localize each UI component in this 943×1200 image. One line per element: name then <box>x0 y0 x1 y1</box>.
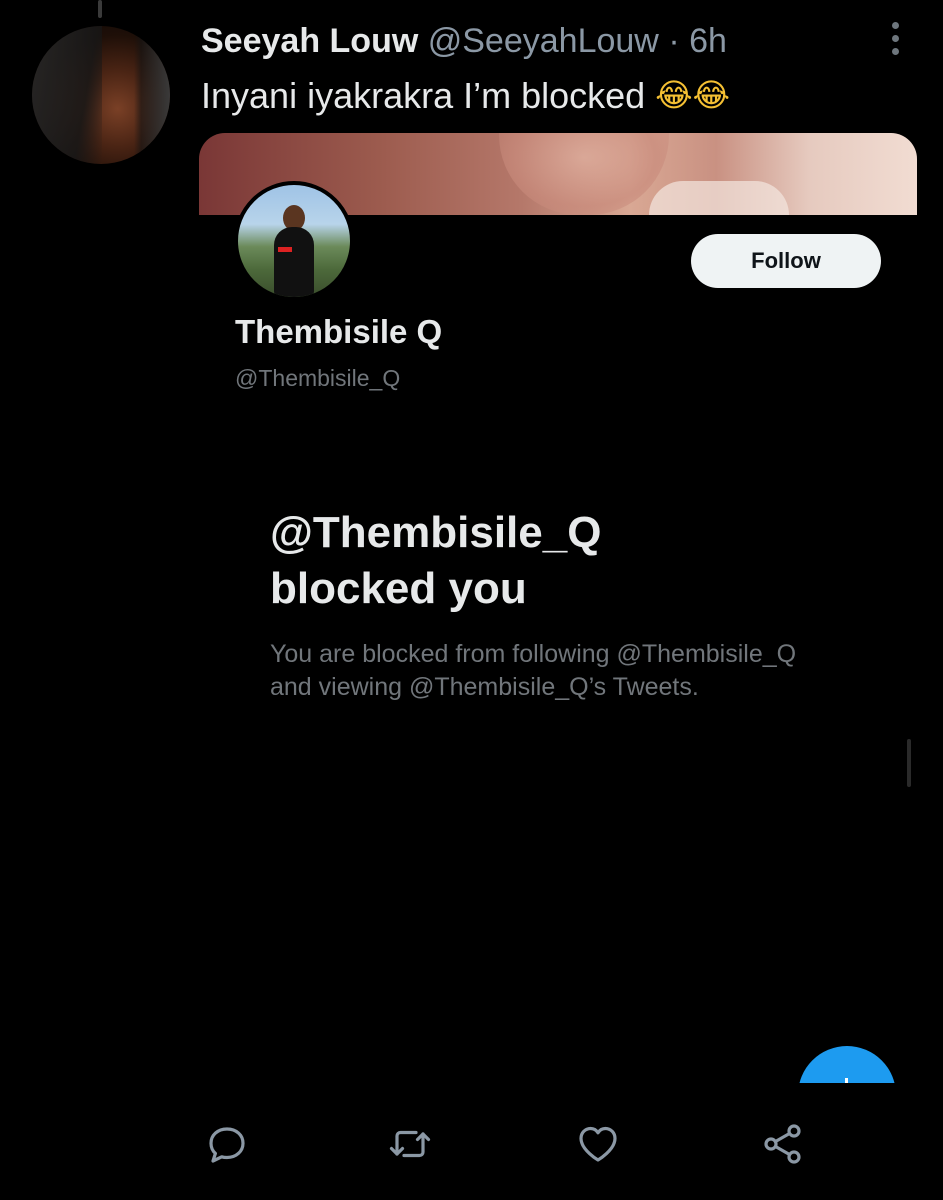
tweet-header: Seeyah Louw @SeeyahLouw · 6h <box>201 20 727 62</box>
heart-icon[interactable] <box>574 1120 622 1168</box>
thread-line <box>98 0 102 18</box>
separator-dot: · <box>668 22 680 60</box>
follow-button: Follow <box>691 234 881 288</box>
scroll-indicator <box>907 739 911 787</box>
tweet-text: Inyani iyakrakra I’m blocked 😂😂 <box>201 72 730 119</box>
tweet-body: Inyani iyakrakra I’m blocked <box>201 75 646 116</box>
blocked-description: You are blocked from following @Thembisi… <box>270 638 796 704</box>
author-name[interactable]: Seeyah Louw <box>201 22 418 60</box>
tweet-action-bar <box>0 1110 943 1180</box>
reply-icon[interactable] <box>203 1120 251 1168</box>
avatar-shade <box>32 26 102 164</box>
blocked-title-text: blocked you <box>270 564 527 613</box>
profile-handle: @Thembisile_Q <box>235 365 401 391</box>
profile-avatar <box>234 181 354 301</box>
banner-shape <box>499 133 669 215</box>
author-avatar[interactable] <box>32 26 170 164</box>
avatar-body <box>274 227 314 297</box>
blocked-title: @Thembisile_Q blocked you <box>270 505 601 617</box>
attached-screenshot[interactable]: Follow Thembisile Q @Thembisile_Q @Themb… <box>199 133 917 1083</box>
avatar-shade-right <box>134 26 170 164</box>
more-dot <box>891 48 899 55</box>
more-dot <box>891 35 899 42</box>
more-options-icon[interactable] <box>884 22 906 58</box>
share-icon[interactable] <box>759 1120 807 1168</box>
laughing-emoji: 😂😂 <box>655 77 730 113</box>
retweet-icon[interactable] <box>386 1120 434 1168</box>
author-handle[interactable]: @SeeyahLouw <box>428 22 659 60</box>
avatar-shirt-logo <box>278 247 292 252</box>
tweet-timestamp[interactable]: 6h <box>689 22 727 60</box>
more-dot <box>891 22 899 29</box>
blocked-title-handle: @Thembisile_Q <box>270 508 602 557</box>
banner-shape <box>649 181 789 215</box>
compose-button <box>798 1046 896 1083</box>
blocked-description-line: and viewing @Thembisile_Q’s Tweets. <box>270 673 699 701</box>
compose-mark <box>845 1078 848 1083</box>
blocked-description-line: You are blocked from following @Thembisi… <box>270 640 797 668</box>
profile-display-name: Thembisile Q <box>235 313 443 350</box>
